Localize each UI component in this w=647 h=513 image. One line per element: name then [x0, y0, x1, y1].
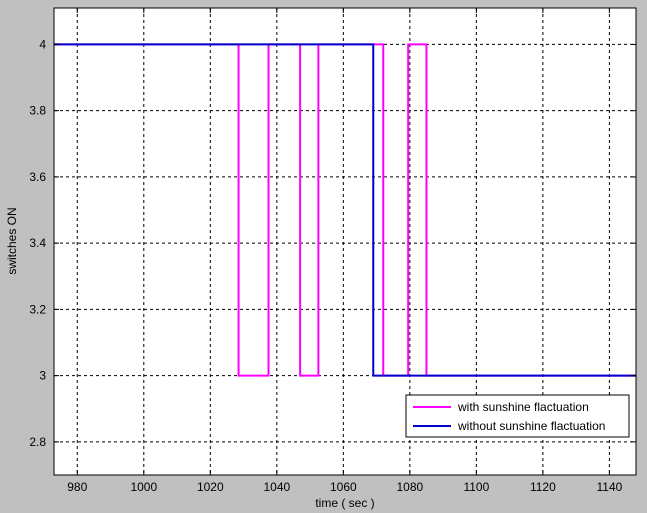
- y-tick-label: 3: [39, 369, 46, 383]
- legend-label-without-sunshine: without sunshine flactuation: [457, 419, 605, 433]
- x-tick-label: 1040: [263, 480, 290, 494]
- legend: with sunshine flactuation without sunshi…: [405, 394, 630, 438]
- x-tick-label: 1120: [530, 480, 556, 494]
- x-tick-label: 1060: [330, 480, 357, 494]
- y-tick-label: 3.8: [29, 104, 46, 118]
- line-chart: 980 1000 1020 1040 1060 1080 1100 1120 1140 2.8 3 3…: [5, 7, 637, 510]
- x-tick-label: 1020: [197, 480, 224, 494]
- y-tick-label: 2.8: [29, 435, 46, 449]
- y-tick-label: 3.2: [29, 302, 46, 316]
- x-tick-label: 1000: [130, 480, 157, 494]
- y-tick-label: 3.4: [29, 236, 46, 250]
- x-tick-label: 1140: [596, 480, 622, 494]
- y-tick-label: 4: [39, 37, 46, 51]
- x-tick-label: 1100: [463, 480, 489, 494]
- y-tick-label: 3.6: [29, 170, 46, 184]
- legend-label-with-sunshine: with sunshine flactuation: [457, 400, 589, 414]
- x-axis-label: time ( sec ): [315, 496, 374, 510]
- y-axis-label: switches ON: [5, 207, 19, 274]
- x-tick-label: 1080: [396, 480, 423, 494]
- x-tick-label: 980: [67, 480, 87, 494]
- figure: 980 1000 1020 1040 1060 1080 1100 1120 1140 2.8 3 3…: [0, 0, 647, 513]
